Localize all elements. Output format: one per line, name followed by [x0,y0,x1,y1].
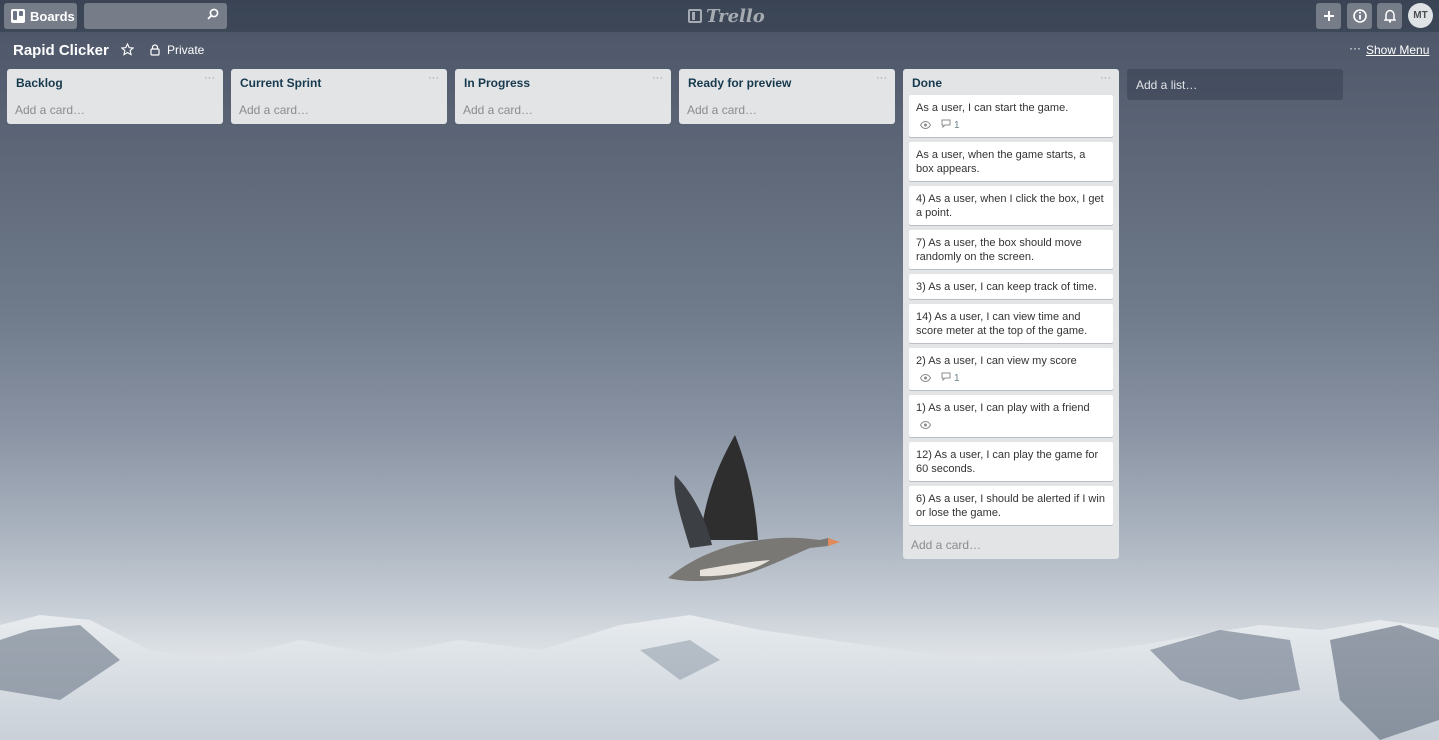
list-menu-button[interactable]: ··· [876,72,887,84]
list-header: Current Sprint ··· [231,69,447,95]
list-menu-button[interactable]: ··· [1100,72,1111,84]
top-header: Boards Trello MT [0,0,1439,32]
list-title[interactable]: Backlog [16,76,63,90]
card-badges: 1 [916,371,1106,385]
card[interactable]: 4) As a user, when I click the box, I ge… [909,186,1113,225]
show-menu-dots[interactable]: ··· [1349,41,1361,55]
boards-icon [11,9,25,23]
card[interactable]: 12) As a user, I can play the game for 6… [909,442,1113,481]
card-title: 6) As a user, I should be alerted if I w… [916,493,1105,519]
lock-icon [150,44,160,56]
list-ready-for-preview: Ready for preview ··· Add a card… [679,69,895,124]
list-title[interactable]: Done [912,76,942,90]
card-title: 1) As a user, I can play with a friend [916,402,1090,414]
add-list-button[interactable]: Add a list… [1127,69,1343,100]
list-header: Backlog ··· [7,69,223,95]
star-icon[interactable] [121,43,134,56]
add-card-link[interactable]: Add a card… [903,530,1119,559]
list-menu-button[interactable]: ··· [428,72,439,84]
list-in-progress: In Progress ··· Add a card… [455,69,671,124]
info-icon [1352,9,1367,23]
add-button[interactable] [1316,3,1341,29]
card-title: 7) As a user, the box should move random… [916,237,1082,263]
list-title[interactable]: In Progress [464,76,530,90]
card[interactable]: 6) As a user, I should be alerted if I w… [909,486,1113,525]
list-menu-button[interactable]: ··· [652,72,663,84]
list-current-sprint: Current Sprint ··· Add a card… [231,69,447,124]
list-title[interactable]: Current Sprint [240,76,321,90]
card-badges [916,418,1106,432]
add-card-link[interactable]: Add a card… [455,95,671,124]
boards-label: Boards [30,8,75,24]
card[interactable]: As a user, I can start the game. 1 [909,95,1113,137]
notifications-button[interactable] [1377,3,1402,29]
comment-count: 1 [954,372,960,384]
search-icon[interactable] [207,8,219,20]
list-done: Done ··· As a user, I can start the game… [903,69,1119,559]
card-title: 3) As a user, I can keep track of time. [916,281,1097,293]
list-title[interactable]: Ready for preview [688,76,791,90]
eye-icon [920,374,931,382]
card-title: 4) As a user, when I click the box, I ge… [916,193,1104,219]
card-container: As a user, I can start the game. 1 As a us… [903,95,1119,525]
comment-badge: 1 [941,372,960,384]
plus-icon [1323,11,1334,21]
card-title: 2) As a user, I can view my score [916,355,1077,367]
eye-icon [920,121,931,129]
avatar[interactable]: MT [1408,3,1433,28]
logo-text: Trello [706,5,765,27]
card-badges: 1 [916,118,1106,132]
list-header: Done ··· [903,69,1119,95]
list-header: In Progress ··· [455,69,671,95]
eye-icon [920,421,931,429]
add-card-link[interactable]: Add a card… [679,95,895,124]
comment-count: 1 [954,119,960,131]
trello-logo-icon [688,9,702,23]
board-header: Rapid Clicker Private ··· Show Menu [0,32,1439,68]
boards-button[interactable]: Boards [4,3,77,29]
card-title: As a user, I can start the game. [916,102,1069,114]
bell-icon [1383,9,1396,23]
comment-icon [941,119,951,131]
list-header: Ready for preview ··· [679,69,895,95]
list-menu-button[interactable]: ··· [204,72,215,84]
show-menu-link[interactable]: Show Menu [1366,43,1429,57]
card-title: 12) As a user, I can play the game for 6… [916,449,1099,475]
goose-image [668,435,840,581]
card[interactable]: As a user, when the game starts, a box a… [909,142,1113,181]
search-input[interactable] [84,3,227,29]
add-list-label: Add a list… [1136,78,1198,92]
card-title: As a user, when the game starts, a box a… [916,149,1086,175]
comment-icon [941,372,951,384]
comment-badge: 1 [941,119,960,131]
trello-logo[interactable]: Trello [688,5,765,27]
card[interactable]: 1) As a user, I can play with a friend [909,395,1113,437]
card[interactable]: 7) As a user, the box should move random… [909,230,1113,269]
add-card-link[interactable]: Add a card… [231,95,447,124]
add-card-link[interactable]: Add a card… [7,95,223,124]
list-backlog: Backlog ··· Add a card… [7,69,223,124]
card[interactable]: 14) As a user, I can view time and score… [909,304,1113,343]
privacy-label[interactable]: Private [167,43,204,57]
board-title[interactable]: Rapid Clicker [13,42,109,59]
card[interactable]: 2) As a user, I can view my score 1 [909,348,1113,390]
card-title: 14) As a user, I can view time and score… [916,311,1088,337]
card[interactable]: 3) As a user, I can keep track of time. [909,274,1113,299]
info-button[interactable] [1347,3,1372,29]
